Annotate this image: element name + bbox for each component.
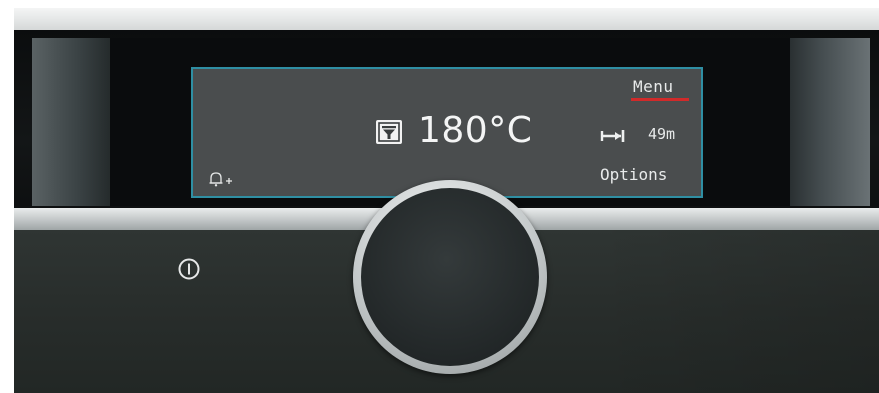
control-knob[interactable] [361,188,539,366]
recess-right-wall [790,38,870,206]
options-button[interactable]: Options [600,165,667,184]
oven-control-panel: Menu 180°C 49m Options [0,0,879,393]
duration-readout[interactable]: 49m [648,125,675,143]
bell-add-icon[interactable] [207,170,237,188]
lower-panel-shade [590,230,879,393]
menu-underline [631,98,689,101]
menu-button[interactable]: Menu [633,77,674,96]
recess-left-wall [32,38,110,206]
heating-mode-icon[interactable] [376,120,402,144]
temperature-readout[interactable]: 180°C [418,109,532,153]
power-icon[interactable] [177,257,201,281]
duration-icon [600,128,628,142]
